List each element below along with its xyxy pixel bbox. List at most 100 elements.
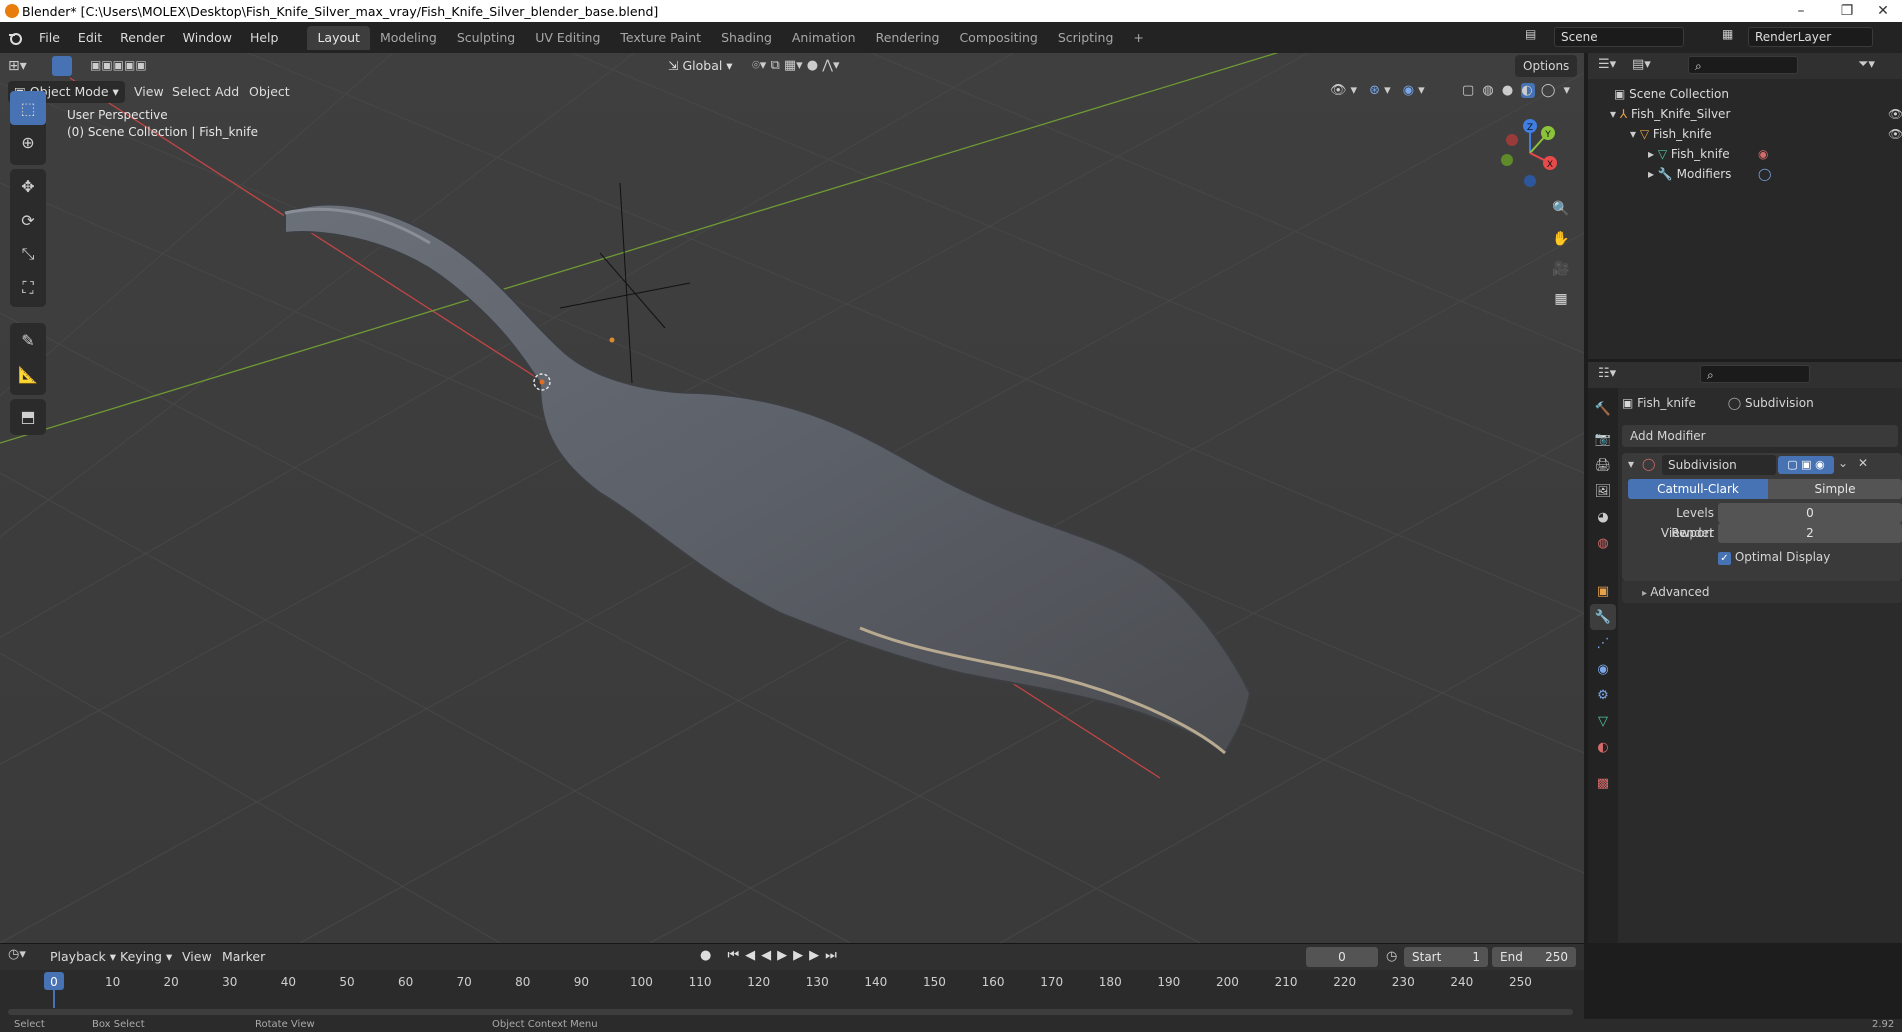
material-tab-icon[interactable]: ◐ [1590,734,1616,760]
display-mode-icon[interactable]: ▤▾ [1632,57,1651,72]
world-tab-icon[interactable]: ◍ [1590,530,1616,556]
texture-tab-icon[interactable]: ▩ [1590,770,1616,796]
options-dropdown[interactable]: Options [1515,55,1578,77]
menu-help[interactable]: Help [241,26,288,50]
menu-render[interactable]: Render [111,26,174,50]
outliner-row-scene-collection[interactable]: ▣ Scene Collection [1588,84,1902,104]
properties-search-input[interactable]: ⌕ [1700,365,1810,383]
view-layer-tab-icon[interactable]: 🖼 [1590,478,1616,504]
constraints-tab-icon[interactable]: ⚙ [1590,682,1616,708]
expand-arrow-icon[interactable]: ▸ [1648,167,1654,181]
timeline-scrollbar[interactable] [8,1009,1573,1015]
scene-tab-icon[interactable]: ◕ [1590,504,1616,530]
start-frame-field[interactable]: Start 1 [1404,947,1488,967]
shading-mode-icons[interactable]: ▢ ◍ ● ◐ ◯ ▾ [1462,83,1572,103]
selection-mode-icons[interactable]: ▣▣▣▣▣ [90,58,180,76]
modifier-name-field[interactable]: Subdivision [1662,455,1776,475]
viewport-menu-add[interactable]: Add [209,81,245,103]
3d-viewport[interactable]: ⊞▾ ▣▣▣▣▣ ⇲ Global ▾ ⌾▾ ⧉ ▦▾ ● ⋀▾ Options… [0,53,1584,943]
outliner-row-fish-knife-mesh[interactable]: ▸ ▽ Fish_knife ◉ [1588,144,1902,164]
tab-sculpting[interactable]: Sculpting [447,26,525,50]
annotate-tool-icon[interactable]: ✎ [10,323,46,357]
outliner-row-fish-knife-silver[interactable]: ▾ ⅄ Fish_Knife_Silver 👁 [1588,104,1902,124]
object-tab-icon[interactable]: ▣ [1590,578,1616,604]
zoom-icon[interactable]: 🔍 [1548,196,1574,222]
scene-selector-icon[interactable]: ▤ [1525,27,1545,47]
render-tab-icon[interactable]: 📷 [1590,426,1616,452]
visibility-eye-icon[interactable]: 👁 [1888,104,1902,124]
close-button[interactable]: ✕ [1860,0,1902,22]
tab-scripting[interactable]: Scripting [1048,26,1124,50]
ortho-grid-icon[interactable]: ▦ [1548,286,1574,312]
tab-animation[interactable]: Animation [782,26,866,50]
levels-viewport-field[interactable]: 0 [1718,503,1902,523]
modifier-remove-icon[interactable]: ✕ [1858,456,1868,470]
add-cube-tool-icon[interactable]: ⬒ [10,399,46,433]
expand-arrow-icon[interactable]: ▾ [1610,107,1616,121]
timeline-editor-type-icon[interactable]: ◷▾ [8,947,26,962]
menu-window[interactable]: Window [174,26,241,50]
modifier-icon[interactable]: ◯ [1758,164,1771,184]
editor-type-icon[interactable]: ⊞▾ [8,53,44,79]
tab-shading[interactable]: Shading [711,26,782,50]
physics-tab-icon[interactable]: ◉ [1590,656,1616,682]
tab-modeling[interactable]: Modeling [370,26,447,50]
modifier-visibility-toggles[interactable]: ▢ ▣ ◉ [1778,456,1834,474]
outliner-row-fish-knife-object[interactable]: ▾ ▽ Fish_knife 👁 [1588,124,1902,144]
scale-tool-icon[interactable]: ⤡ [10,237,46,271]
view-layer-field[interactable]: RenderLayer [1748,27,1873,47]
add-workspace-button[interactable]: + [1123,26,1153,50]
cursor-tool-icon[interactable]: ⊕ [10,125,46,159]
viewport-visibility-icons[interactable]: 👁▾ ⊛▾ ◉▾ [1330,83,1429,103]
visibility-eye-icon[interactable]: 👁 [1888,124,1902,144]
optimal-display-checkbox[interactable]: ✓ Optimal Display [1718,549,1830,565]
modifier-tab-icon[interactable]: 🔧 [1590,604,1616,630]
select-box-tool-icon[interactable]: ⬚ [10,91,46,125]
current-frame-field[interactable]: 0 [1306,947,1378,967]
simple-option[interactable]: Simple [1768,479,1902,499]
tab-layout[interactable]: Layout [307,25,370,50]
pivot-snap-icons[interactable]: ⌾▾ ⧉ ▦▾ ● ⋀▾ [752,55,839,77]
output-tab-icon[interactable]: 🖨 [1590,452,1616,478]
material-icon[interactable]: ◉ [1758,144,1768,164]
tab-rendering[interactable]: Rendering [866,26,950,50]
expand-arrow-icon[interactable]: ▾ [1630,127,1636,141]
menu-edit[interactable]: Edit [69,26,111,50]
tool-tab-icon[interactable]: 🔨 [1590,396,1616,422]
blender-menu-icon[interactable] [0,22,30,53]
scene-name-field[interactable]: Scene [1554,27,1684,47]
collapse-arrow-icon[interactable]: ▾ [1628,457,1634,471]
outliner-editor-type-icon[interactable]: ☰▾ [1598,57,1616,72]
menu-file[interactable]: File [30,26,69,50]
navigation-gizmo[interactable]: Z Y X [1490,113,1570,193]
timeline-menu-marker[interactable]: Marker [216,946,271,968]
pan-hand-icon[interactable]: ✋ [1548,226,1574,252]
add-modifier-dropdown[interactable]: Add Modifier [1622,425,1898,447]
timeline-ruler[interactable]: 0 10 20 30 40 50 60 70 80 90 100 110 120 130 140 150 160… [0,970,1584,994]
minimize-button[interactable]: – [1778,0,1824,22]
camera-view-icon[interactable]: 🎥 [1548,256,1574,282]
rotate-tool-icon[interactable]: ⟳ [10,203,46,237]
outliner-search-input[interactable]: ⌕ [1688,56,1798,74]
end-frame-field[interactable]: End 250 [1492,947,1576,967]
particles-tab-icon[interactable]: ⋰ [1590,630,1616,656]
transform-tool-icon[interactable]: ⛶ [10,271,46,305]
advanced-subpanel[interactable]: ▸ Advanced [1622,581,1902,603]
transform-orientation-dropdown[interactable]: ⇲ Global ▾ [668,55,733,77]
tab-compositing[interactable]: Compositing [949,26,1047,50]
render-levels-field[interactable]: 2 [1718,523,1902,543]
expand-arrow-icon[interactable]: ▸ [1648,147,1654,161]
viewport-menu-view[interactable]: View [128,81,170,103]
catmull-clark-option[interactable]: Catmull-Clark [1628,479,1768,499]
tab-texture-paint[interactable]: Texture Paint [610,26,711,50]
timeline-menu-keying[interactable]: Keying ▾ [114,946,178,968]
move-tool-icon[interactable]: ✥ [10,169,46,203]
playback-controls[interactable]: ● ⏮◀◀▶▶▶⏭ [700,948,843,963]
measure-tool-icon[interactable]: 📐 [10,357,46,391]
outliner-row-modifiers[interactable]: ▸ 🔧 Modifiers ◯ [1588,164,1902,184]
tab-uv-editing[interactable]: UV Editing [525,26,610,50]
viewport-menu-object[interactable]: Object [243,81,296,103]
select-tool-icon[interactable] [52,56,72,76]
timeline-menu-view[interactable]: View [176,946,218,968]
properties-editor-type-icon[interactable]: ☷▾ [1598,366,1616,381]
